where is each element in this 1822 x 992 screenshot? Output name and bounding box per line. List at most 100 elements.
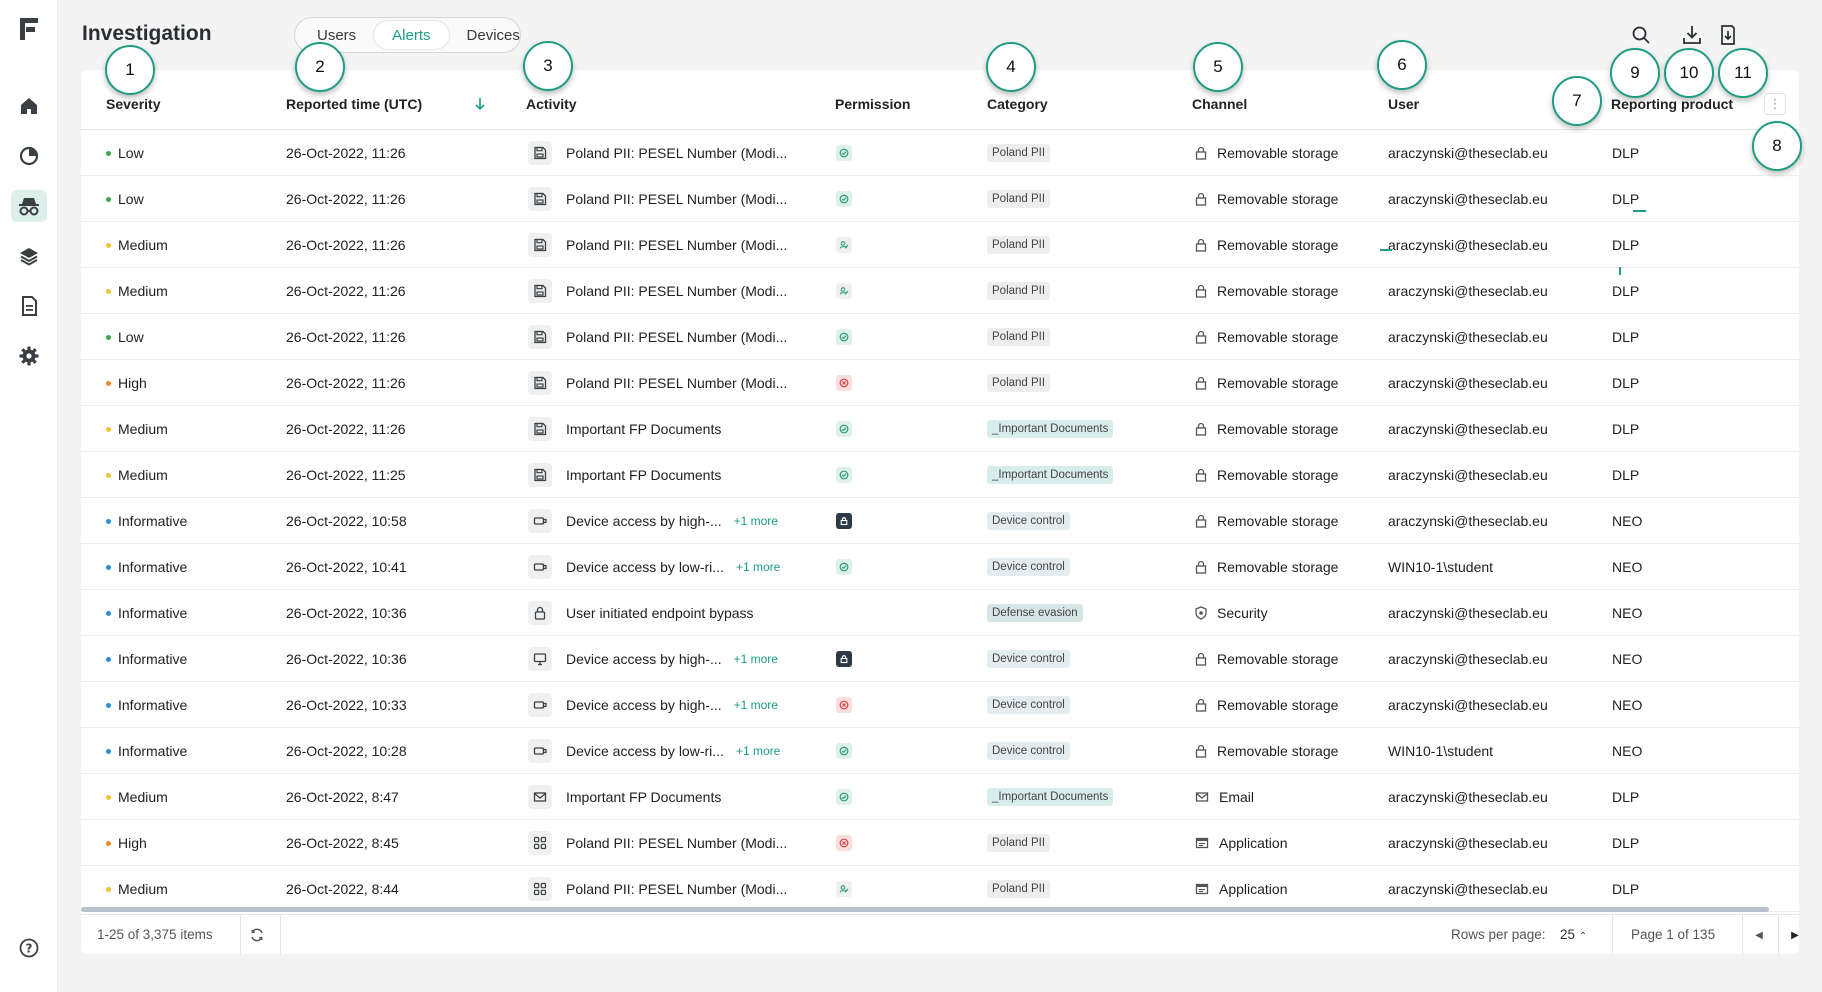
pie-chart-icon[interactable] [11, 140, 47, 172]
severity-dot [106, 518, 111, 524]
permission-cell [836, 406, 852, 452]
more-activities-link[interactable]: +1 more [734, 514, 778, 528]
severity-cell: Low [106, 176, 144, 222]
table-row[interactable]: Medium 26-Oct-2022, 11:25 Important FP Doc… [81, 452, 1799, 498]
activity-cell[interactable]: Poland PII: PESEL Number (Modi... [528, 314, 787, 360]
removable-storage-icon [1195, 284, 1207, 298]
column-header-user[interactable]: User [1388, 96, 1419, 112]
more-activities-link[interactable]: +1 more [736, 744, 780, 758]
next-page-icon[interactable]: ▶ [1785, 925, 1805, 945]
column-header-channel[interactable]: Channel [1192, 96, 1247, 112]
horizontal-scrollbar[interactable] [81, 907, 1769, 912]
investigation-icon[interactable] [11, 190, 47, 222]
activity-cell[interactable]: Poland PII: PESEL Number (Modi... [528, 130, 787, 176]
channel-name: Application [1219, 881, 1288, 897]
category-cell: Poland PII [987, 268, 1051, 314]
column-header-permission[interactable]: Permission [835, 96, 910, 112]
severity-dot [106, 840, 111, 846]
permission-cell [836, 268, 852, 314]
column-header-reporting-product[interactable]: Reporting product [1611, 96, 1733, 112]
gear-icon[interactable] [11, 340, 47, 372]
reported-time-cell: 26-Oct-2022, 11:26 [286, 375, 406, 391]
table-row[interactable]: Medium 26-Oct-2022, 8:47 Important FP Docu… [81, 774, 1799, 820]
activity-cell[interactable]: Poland PII: PESEL Number (Modi... [528, 176, 787, 222]
usb-device-icon [528, 509, 552, 533]
severity-dot [106, 656, 111, 662]
column-options-kebab-icon[interactable]: ⋮ [1764, 93, 1786, 115]
footer-divider [280, 915, 281, 955]
table-row[interactable]: Informative 26-Oct-2022, 10:36 Device acce… [81, 636, 1799, 682]
activity-cell[interactable]: Important FP Documents [528, 452, 721, 498]
home-icon[interactable] [11, 90, 47, 122]
table-row[interactable]: Informative 26-Oct-2022, 10:36 User initia… [81, 590, 1799, 636]
table-row[interactable]: Low 26-Oct-2022, 11:26 Poland PII: PESEL N… [81, 314, 1799, 360]
layers-icon[interactable] [11, 240, 47, 272]
activity-cell[interactable]: Poland PII: PESEL Number (Modi... [528, 222, 787, 268]
rows-per-page-value: 25 [1560, 927, 1576, 942]
category-tag: _Important Documents [987, 420, 1114, 438]
previous-page-icon[interactable]: ◀ [1749, 925, 1769, 945]
search-icon[interactable] [1628, 22, 1654, 48]
save-icon [528, 371, 552, 395]
activity-name: Poland PII: PESEL Number (Modi... [566, 237, 788, 253]
reporting-product-cell: NEO [1612, 605, 1643, 621]
sort-descending-icon[interactable] [474, 97, 486, 116]
column-header-activity[interactable]: Activity [526, 96, 577, 112]
reporting-product-cell: DLP [1612, 191, 1640, 207]
activity-cell[interactable]: Poland PII: PESEL Number (Modi... [528, 820, 787, 866]
activity-cell[interactable]: Poland PII: PESEL Number (Modi... [528, 866, 787, 912]
table-row[interactable]: Medium 26-Oct-2022, 11:26 Poland PII: PESE… [81, 222, 1799, 268]
severity-cell: Informative [106, 636, 187, 682]
more-activities-link[interactable]: +1 more [734, 652, 778, 666]
table-row[interactable]: Medium 26-Oct-2022, 11:26 Poland PII: PESE… [81, 268, 1799, 314]
table-row[interactable]: Informative 26-Oct-2022, 10:33 Device acce… [81, 682, 1799, 728]
channel-name: Removable storage [1217, 191, 1339, 207]
table-body: Low 26-Oct-2022, 11:26 Poland PII: PESEL N… [81, 130, 1799, 912]
activity-cell[interactable]: Device access by high-... +1 more [528, 498, 778, 544]
reported-time-cell: 26-Oct-2022, 11:25 [286, 467, 406, 483]
user-cell: araczynski@theseclab.eu [1388, 697, 1548, 713]
rows-per-page-select[interactable]: 25 ⌃ [1560, 927, 1587, 942]
table-row[interactable]: High 26-Oct-2022, 8:45 Poland PII: PESEL N… [81, 820, 1799, 866]
table-row[interactable]: Low 26-Oct-2022, 11:26 Poland PII: PESEL N… [81, 176, 1799, 222]
document-icon[interactable] [11, 290, 47, 322]
severity-cell: Medium [106, 774, 168, 820]
more-activities-link[interactable]: +1 more [734, 698, 778, 712]
activity-cell[interactable]: Device access by low-ri... +1 more [528, 728, 780, 774]
severity-cell: Medium [106, 406, 168, 452]
permission-cell [836, 130, 852, 176]
reported-time-cell: 26-Oct-2022, 10:58 [286, 513, 407, 529]
activity-cell[interactable]: Important FP Documents [528, 406, 721, 452]
help-icon[interactable]: ? [11, 932, 47, 964]
table-row[interactable]: Medium 26-Oct-2022, 11:26 Important FP Doc… [81, 406, 1799, 452]
export-icon[interactable] [1715, 22, 1741, 48]
activity-cell[interactable]: Device access by high-... +1 more [528, 682, 778, 728]
severity-cell: Medium [106, 222, 168, 268]
table-row[interactable]: Low 26-Oct-2022, 11:26 Poland PII: PESEL N… [81, 130, 1799, 176]
severity-dot [106, 150, 111, 156]
column-header-category[interactable]: Category [987, 96, 1048, 112]
activity-cell[interactable]: Important FP Documents [528, 774, 721, 820]
activity-cell[interactable]: Device access by low-ri... +1 more [528, 544, 780, 590]
activity-cell[interactable]: Device access by high-... +1 more [528, 636, 778, 682]
table-row[interactable]: Informative 26-Oct-2022, 10:28 Device acce… [81, 728, 1799, 774]
refresh-icon[interactable] [249, 927, 265, 946]
save-icon [528, 463, 552, 487]
tab-devices[interactable]: Devices [449, 21, 538, 49]
download-icon[interactable] [1679, 22, 1705, 48]
column-header-reported-time[interactable]: Reported time (UTC) [286, 96, 422, 112]
activity-name: Poland PII: PESEL Number (Modi... [566, 145, 788, 161]
table-row[interactable]: Medium 26-Oct-2022, 8:44 Poland PII: PESEL… [81, 866, 1799, 912]
activity-cell[interactable]: User initiated endpoint bypass [528, 590, 754, 636]
more-activities-link[interactable]: +1 more [736, 560, 780, 574]
tab-alerts[interactable]: Alerts [374, 21, 449, 49]
activity-cell[interactable]: Poland PII: PESEL Number (Modi... [528, 268, 787, 314]
user-cell: araczynski@theseclab.eu [1388, 789, 1548, 805]
activity-cell[interactable]: Poland PII: PESEL Number (Modi... [528, 360, 787, 406]
table-row[interactable]: High 26-Oct-2022, 11:26 Poland PII: PESEL … [81, 360, 1799, 406]
user-cell: araczynski@theseclab.eu [1388, 835, 1548, 851]
user-decision-icon [836, 237, 852, 253]
table-row[interactable]: Informative 26-Oct-2022, 10:41 Device acce… [81, 544, 1799, 590]
column-header-severity[interactable]: Severity [106, 96, 160, 112]
table-row[interactable]: Informative 26-Oct-2022, 10:58 Device acce… [81, 498, 1799, 544]
